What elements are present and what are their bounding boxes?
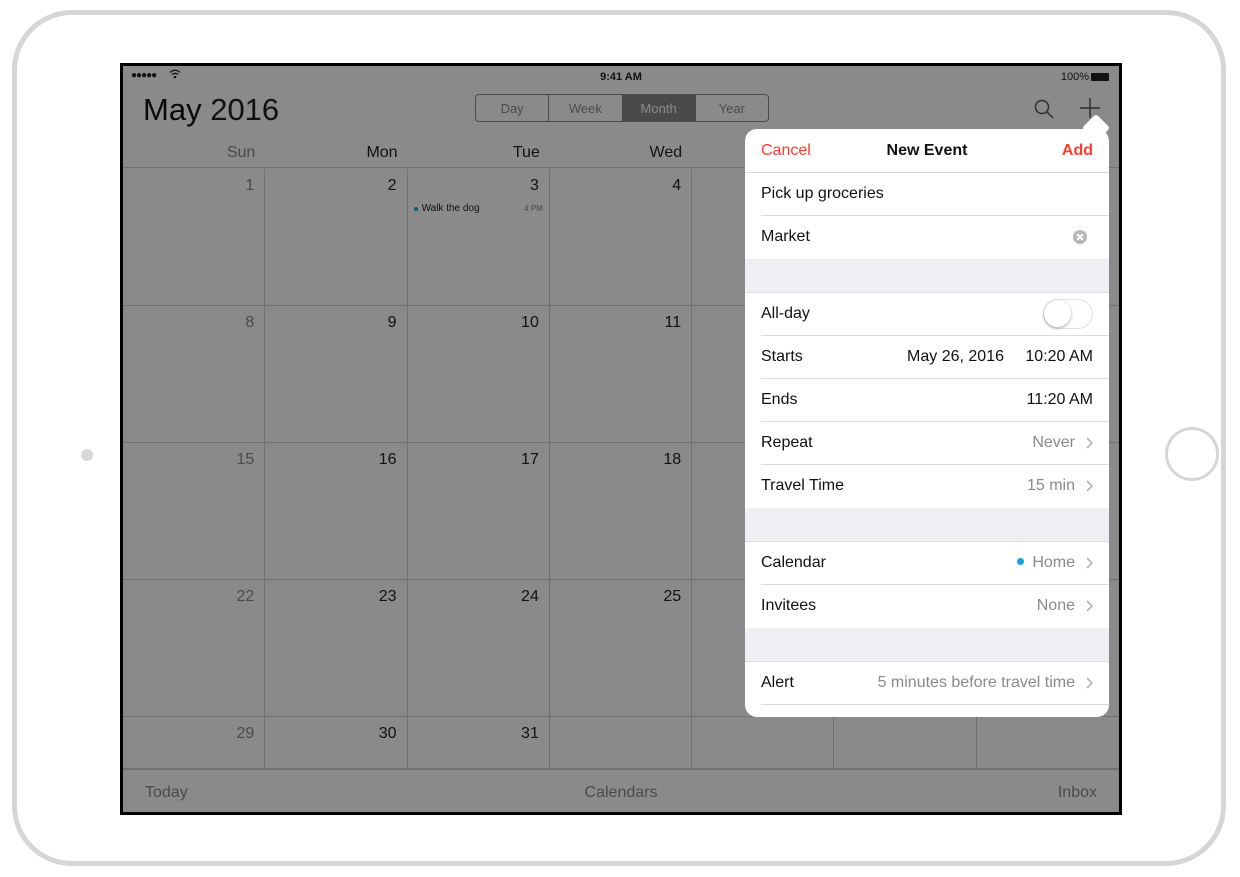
- location-text: Market: [761, 228, 810, 245]
- repeat-value: Never: [1032, 434, 1075, 451]
- ends-row[interactable]: Ends 11:20 AM: [745, 379, 1109, 422]
- alert-row[interactable]: Alert 5 minutes before travel time: [745, 662, 1109, 705]
- home-button[interactable]: [1165, 427, 1219, 481]
- section-gap: [745, 628, 1109, 662]
- chevron-right-icon: [1086, 437, 1094, 449]
- repeat-label: Repeat: [761, 434, 813, 451]
- starts-time[interactable]: 10:20 AM: [1025, 348, 1093, 366]
- calendar-label: Calendar: [761, 554, 826, 571]
- calendar-value: Home: [1017, 554, 1075, 572]
- popover-header: Cancel New Event Add: [745, 129, 1109, 173]
- calendar-row[interactable]: Calendar Home: [745, 542, 1109, 585]
- ends-label: Ends: [761, 391, 798, 408]
- travel-time-value: 15 min: [1026, 477, 1075, 494]
- repeat-row[interactable]: Repeat Never: [745, 422, 1109, 465]
- add-button[interactable]: Add: [1062, 142, 1093, 160]
- all-day-row: All-day: [745, 293, 1109, 336]
- event-title-text: Pick up groceries: [761, 185, 884, 202]
- popover-title: New Event: [886, 142, 968, 159]
- starts-label: Starts: [761, 348, 803, 365]
- section-gap: [745, 259, 1109, 293]
- calendar-name: Home: [1032, 554, 1075, 571]
- new-event-popover: Cancel New Event Add Pick up groceries M…: [745, 129, 1109, 717]
- ends-time[interactable]: 11:20 AM: [1027, 391, 1093, 409]
- starts-date[interactable]: May 26, 2016: [907, 348, 1004, 366]
- chevron-right-icon: [1086, 600, 1094, 612]
- chevron-right-icon: [1086, 677, 1094, 689]
- all-day-toggle[interactable]: [1043, 299, 1093, 329]
- front-camera: [81, 449, 93, 461]
- title-field[interactable]: Pick up groceries: [745, 173, 1109, 216]
- invitees-value: None: [1036, 597, 1075, 614]
- travel-time-row[interactable]: Travel Time 15 min: [745, 465, 1109, 508]
- calendar-color-dot: [1017, 558, 1025, 565]
- chevron-right-icon: [1086, 557, 1094, 569]
- section-gap: [745, 508, 1109, 542]
- clear-icon[interactable]: [1073, 230, 1087, 244]
- location-field[interactable]: Market: [745, 216, 1109, 259]
- calendar-screen: ●●●●● 9:41 AM 100% May 2016 Day Week Month…: [120, 63, 1122, 815]
- toggle-knob: [1044, 300, 1071, 327]
- invitees-row[interactable]: Invitees None: [745, 585, 1109, 628]
- travel-time-label: Travel Time: [761, 477, 844, 494]
- chevron-right-icon: [1086, 480, 1094, 492]
- invitees-label: Invitees: [761, 597, 817, 614]
- all-day-label: All-day: [761, 305, 810, 322]
- alert-value: 5 minutes before travel time: [877, 674, 1075, 691]
- alert-label: Alert: [761, 674, 794, 691]
- starts-row[interactable]: Starts May 26, 2016 10:20 AM: [745, 336, 1109, 379]
